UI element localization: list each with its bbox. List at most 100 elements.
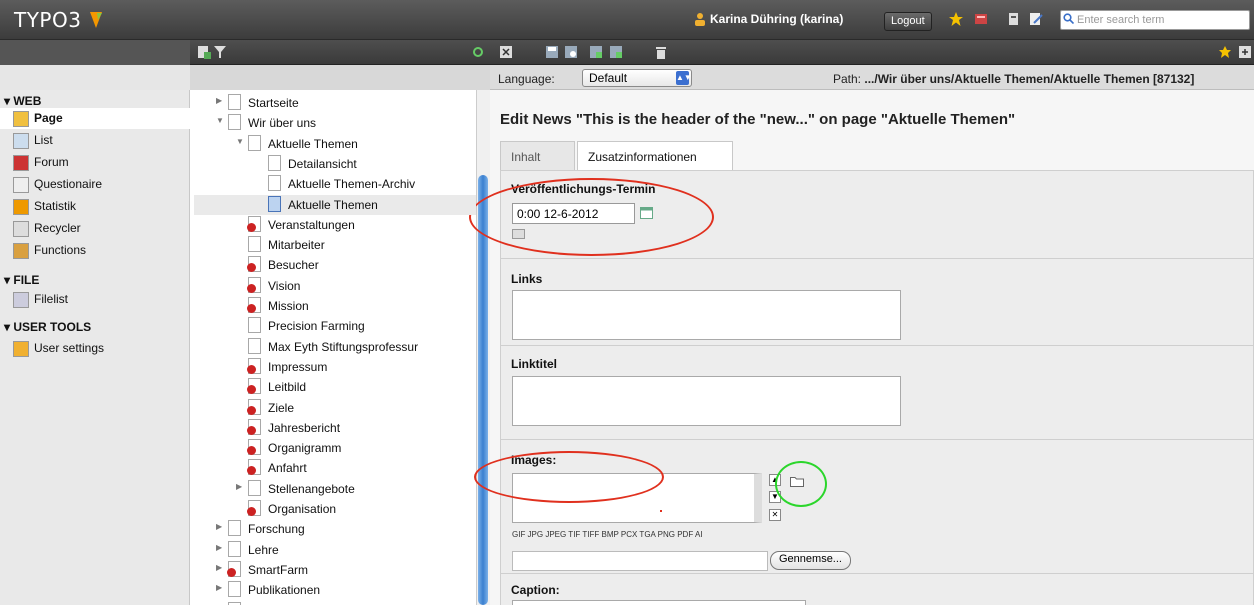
tree-node[interactable]: Mitarbeiter <box>236 235 476 255</box>
tree-node[interactable]: ▶ Stellenangebote <box>236 479 476 499</box>
hidden-page-icon[interactable] <box>247 418 261 435</box>
module-item-recycler[interactable]: Recycler <box>0 218 190 239</box>
tree-node-label[interactable]: Impressum <box>268 360 327 374</box>
tree-node[interactable]: Detailansicht <box>256 154 476 174</box>
filter-icon[interactable] <box>214 45 226 59</box>
expand-icon[interactable]: ▶ <box>216 96 226 105</box>
remove-icon[interactable]: ✕ <box>769 509 781 521</box>
page-icon[interactable] <box>228 581 241 598</box>
tree-node-label[interactable]: Stellenangebote <box>268 482 355 496</box>
module-item-page[interactable]: Page <box>0 108 190 129</box>
tree-node[interactable]: ▶ Publikationen <box>216 580 476 600</box>
hidden-page-icon[interactable] <box>247 215 261 232</box>
open-new-window-icon[interactable] <box>1238 45 1252 59</box>
shortcut-icon[interactable] <box>1218 45 1232 59</box>
tree-node[interactable]: ▼ Aktuelle Themen <box>236 134 476 154</box>
page-icon[interactable] <box>228 601 241 605</box>
module-item-filelist[interactable]: Filelist <box>0 289 190 310</box>
tree-node-label[interactable]: Anfahrt <box>268 461 307 475</box>
module-item-functions[interactable]: Functions <box>0 240 190 261</box>
expand-icon[interactable]: ▶ <box>236 482 246 491</box>
tree-node[interactable]: Veranstaltungen <box>236 215 476 235</box>
tree-node-label[interactable]: Wir über uns <box>248 116 316 130</box>
module-section-user-tools[interactable]: ▾ USER TOOLS <box>4 320 91 334</box>
hidden-page-icon[interactable] <box>247 500 261 516</box>
hidden-page-icon[interactable] <box>227 560 241 577</box>
bookmark-star-icon[interactable] <box>948 11 964 27</box>
hidden-page-icon[interactable] <box>247 439 261 456</box>
page-icon[interactable] <box>248 236 261 253</box>
browse-button[interactable]: Gennemse... <box>770 551 851 570</box>
links-textarea[interactable] <box>512 290 901 340</box>
tab-zusatzinformationen[interactable]: Zusatzinformationen <box>577 141 733 171</box>
tree-node[interactable]: Aktuelle Themen-Archiv <box>256 174 476 194</box>
tree-node[interactable]: Ziele <box>236 398 476 418</box>
logout-button[interactable]: Logout <box>884 12 932 31</box>
caption-textarea[interactable] <box>512 600 806 605</box>
new-page-icon[interactable] <box>197 45 211 59</box>
hidden-page-icon[interactable] <box>247 378 261 395</box>
tree-node-label[interactable]: Aktuelle Themen <box>288 198 378 212</box>
tree-node-label[interactable]: Startseite <box>248 96 299 110</box>
hidden-page-icon[interactable] <box>247 459 261 476</box>
tree-node-label[interactable]: Organisation <box>268 502 336 516</box>
module-item-questionaire[interactable]: Questionaire <box>0 174 190 195</box>
tab-inhalt[interactable]: Inhalt <box>500 141 575 171</box>
sysfolder-icon[interactable] <box>268 195 281 212</box>
cache-icon[interactable] <box>973 11 989 27</box>
collapse-icon[interactable]: ▼ <box>236 137 246 146</box>
tree-node-label[interactable]: Ziele <box>268 401 294 415</box>
refresh-icon[interactable] <box>472 46 484 58</box>
tree-node[interactable]: Organisation <box>236 499 476 519</box>
tree-node-label[interactable]: Veranstaltungen <box>268 218 355 232</box>
tree-node-label[interactable]: Max Eyth Stiftungsprofessur <box>268 340 418 354</box>
page-icon[interactable] <box>228 114 241 131</box>
expand-icon[interactable]: ▶ <box>216 543 226 552</box>
page-icon[interactable] <box>268 175 281 192</box>
tree-node[interactable]: Aktuelle Themen <box>194 194 476 215</box>
tree-node-label[interactable]: Forschung <box>248 522 305 536</box>
page-icon[interactable] <box>248 134 261 151</box>
tree-node[interactable]: ▶ Forschung <box>216 519 476 539</box>
tree-node-label[interactable]: Aktuelle Themen-Archiv <box>288 177 415 191</box>
save-icon[interactable] <box>545 45 559 59</box>
tree-node[interactable]: Vision <box>236 276 476 296</box>
save-close-icon[interactable] <box>609 45 623 59</box>
tree-node-label[interactable]: Aktuelle Themen <box>268 137 358 151</box>
hidden-page-icon[interactable] <box>247 256 261 273</box>
tree-node-label[interactable]: Precision Farming <box>268 319 365 333</box>
hidden-page-icon[interactable] <box>247 297 261 313</box>
tree-node[interactable]: Leitbild <box>236 377 476 397</box>
module-item-user-settings[interactable]: User settings <box>0 338 190 359</box>
close-document-icon[interactable] <box>500 46 512 58</box>
module-item-forum[interactable]: Forum <box>0 152 190 173</box>
tree-node-label[interactable]: Vision <box>268 279 300 293</box>
tree-node[interactable]: ▶ SmartFarm <box>216 560 476 580</box>
tree-scrollbar-thumb[interactable] <box>478 175 488 605</box>
tree-node-label[interactable]: Detailansicht <box>288 157 357 171</box>
save-view-icon[interactable] <box>564 45 578 59</box>
tree-node[interactable]: Mission <box>236 296 476 316</box>
tree-node[interactable]: Organigramm <box>236 438 476 458</box>
tree-node[interactable]: Jahresbericht <box>236 418 476 438</box>
page-icon[interactable] <box>228 94 241 110</box>
module-item-list[interactable]: List <box>0 130 190 151</box>
hidden-page-icon[interactable] <box>247 357 261 374</box>
module-item-statistik[interactable]: Statistik <box>0 196 190 217</box>
module-section-file[interactable]: ▾ FILE <box>4 273 39 287</box>
page-icon[interactable] <box>248 337 261 354</box>
tree-node[interactable]: Max Eyth Stiftungsprofessur <box>236 337 476 357</box>
tree-node[interactable]: Precision Farming <box>236 316 476 336</box>
tree-node-label[interactable]: Mitarbeiter <box>268 238 325 252</box>
tree-node-label[interactable]: Lehre <box>248 543 279 557</box>
page-icon[interactable] <box>228 540 241 557</box>
tree-node-label[interactable]: Leitbild <box>268 380 306 394</box>
collapse-icon[interactable]: ▼ <box>216 116 226 125</box>
tree-node-label[interactable]: Mission <box>268 299 309 313</box>
hidden-page-icon[interactable] <box>247 276 261 293</box>
tree-node[interactable]: Impressum <box>236 357 476 377</box>
tree-node[interactable]: ▶ Startseite <box>216 93 476 113</box>
tree-node[interactable]: ▼ Wir über uns <box>216 113 476 133</box>
expand-icon[interactable]: ▶ <box>216 563 226 572</box>
current-user[interactable]: Karina Dühring (karina) <box>710 12 843 26</box>
